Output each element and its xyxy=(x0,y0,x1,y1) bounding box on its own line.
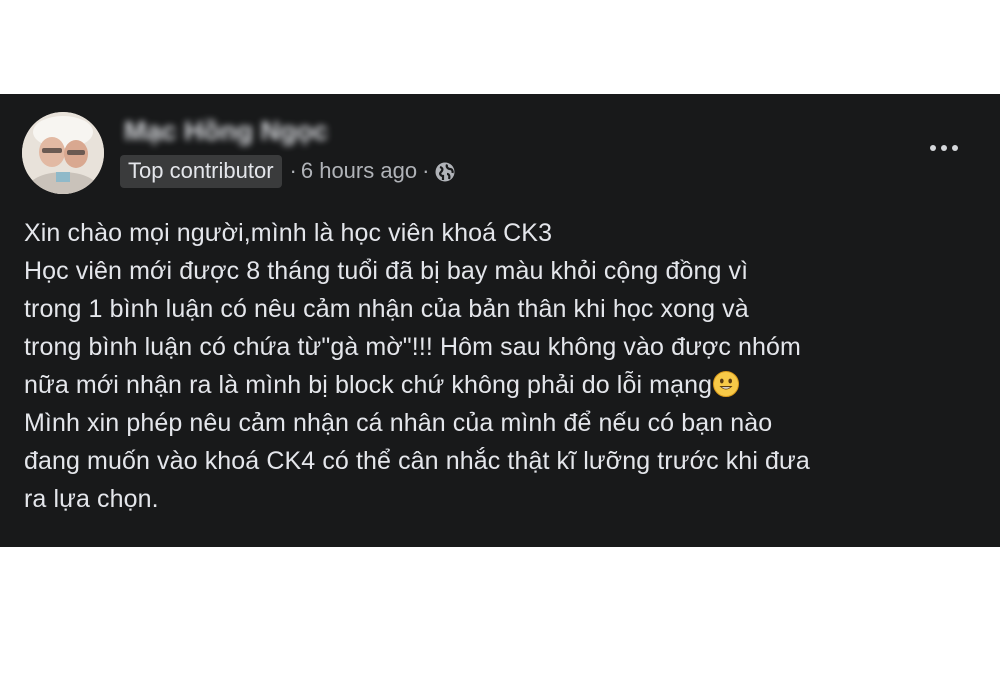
post-body-line: trong 1 bình luận có nêu cảm nhận của bả… xyxy=(24,295,749,323)
post-body-line: ra lựa chọn. xyxy=(24,485,159,513)
post-timestamp[interactable]: 6 hours ago xyxy=(301,158,417,184)
dot xyxy=(930,145,936,151)
post-body-line: đang muốn vào khoá CK4 có thể cân nhắc t… xyxy=(24,447,810,475)
post-body-line: Học viên mới được 8 tháng tuổi đã bị bay… xyxy=(24,257,749,285)
post-body-line: Xin chào mọi người,mình là học viên khoá… xyxy=(24,219,553,247)
post-body: Xin chào mọi người,mình là học viên khoá… xyxy=(24,214,984,518)
post-body-line-with-emoji: nữa mới nhận ra là mình bị block chứ khô… xyxy=(24,366,984,404)
post-body-line: Mình xin phép nêu cảm nhận cá nhân của m… xyxy=(24,409,773,437)
globe-icon[interactable] xyxy=(434,161,456,183)
dot xyxy=(952,145,958,151)
post-body-line-text: nữa mới nhận ra là mình bị block chứ khô… xyxy=(24,371,713,399)
post-meta: Top contributor · 6 hours ago · xyxy=(120,154,456,188)
top-contributor-badge[interactable]: Top contributor xyxy=(120,154,282,188)
post-card: Mạc Hồng Ngọc Top contributor · 6 hours … xyxy=(0,94,1000,547)
avatar-photo xyxy=(22,112,104,194)
avatar[interactable] xyxy=(22,112,104,194)
smiley-emoji-icon xyxy=(712,370,740,398)
more-horizontal-icon[interactable] xyxy=(930,138,974,154)
post-body-line: trong bình luận có chứa từ"gà mờ"!!! Hôm… xyxy=(24,333,801,361)
dot xyxy=(941,145,947,151)
meta-separator: · xyxy=(289,158,297,183)
author-name[interactable]: Mạc Hồng Ngọc xyxy=(124,116,328,147)
meta-separator: · xyxy=(422,158,430,183)
